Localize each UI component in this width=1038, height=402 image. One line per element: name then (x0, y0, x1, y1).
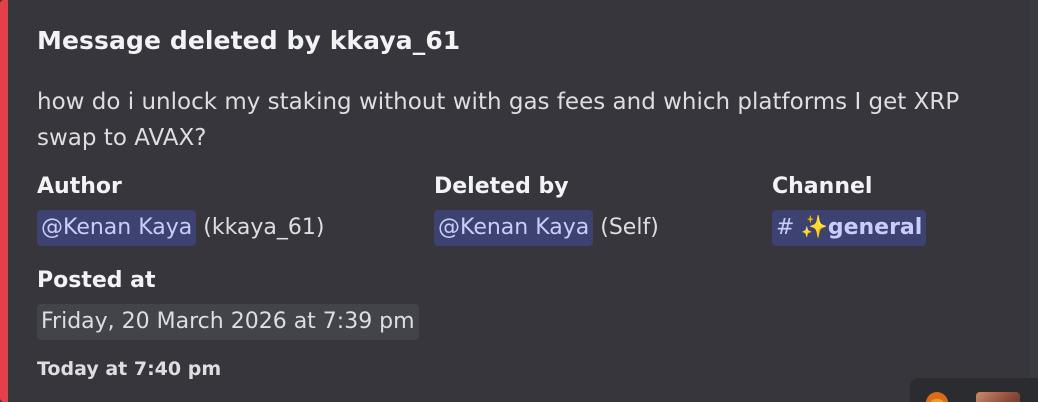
field-deleted-by: Deleted by @Kenan Kaya (Self) (434, 172, 659, 246)
field-posted-at: Posted at Friday, 20 March 2026 at 7:39 … (37, 266, 419, 340)
field-posted-at-label: Posted at (37, 268, 156, 293)
channel-name: ✨general (800, 215, 923, 240)
deleted-by-note: (Self) (600, 215, 659, 240)
user-avatar-icon[interactable] (976, 392, 1020, 402)
deleted-message-embed: Message deleted by kkaya_61 how do i unl… (0, 0, 1030, 402)
posted-at-timestamp: Friday, 20 March 2026 at 7:39 pm (37, 304, 419, 340)
field-author-value: @Kenan Kaya (kkaya_61) (37, 210, 325, 246)
embed-title: Message deleted by kkaya_61 (37, 26, 461, 55)
scroll-edge (1030, 0, 1038, 402)
channel-hash-icon: # (776, 215, 795, 240)
author-mention[interactable]: @Kenan Kaya (37, 210, 197, 246)
field-channel: Channel # ✨general (772, 172, 927, 246)
field-channel-value: # ✨general (772, 210, 927, 246)
fire-emoji-icon[interactable] (926, 392, 948, 402)
field-author: Author @Kenan Kaya (kkaya_61) (37, 172, 325, 246)
field-posted-at-value: Friday, 20 March 2026 at 7:39 pm (37, 304, 419, 340)
field-deleted-by-label: Deleted by (434, 174, 569, 199)
author-username: (kkaya_61) (203, 215, 325, 240)
field-deleted-by-value: @Kenan Kaya (Self) (434, 210, 659, 246)
deleted-by-mention[interactable]: @Kenan Kaya (434, 210, 594, 246)
embed-footer-timestamp: Today at 7:40 pm (37, 358, 222, 380)
embed-description: how do i unlock my staking without with … (37, 89, 960, 151)
field-channel-label: Channel (772, 174, 873, 199)
field-author-label: Author (37, 174, 122, 199)
reaction-bar (910, 378, 1038, 402)
channel-mention[interactable]: # ✨general (772, 210, 927, 246)
